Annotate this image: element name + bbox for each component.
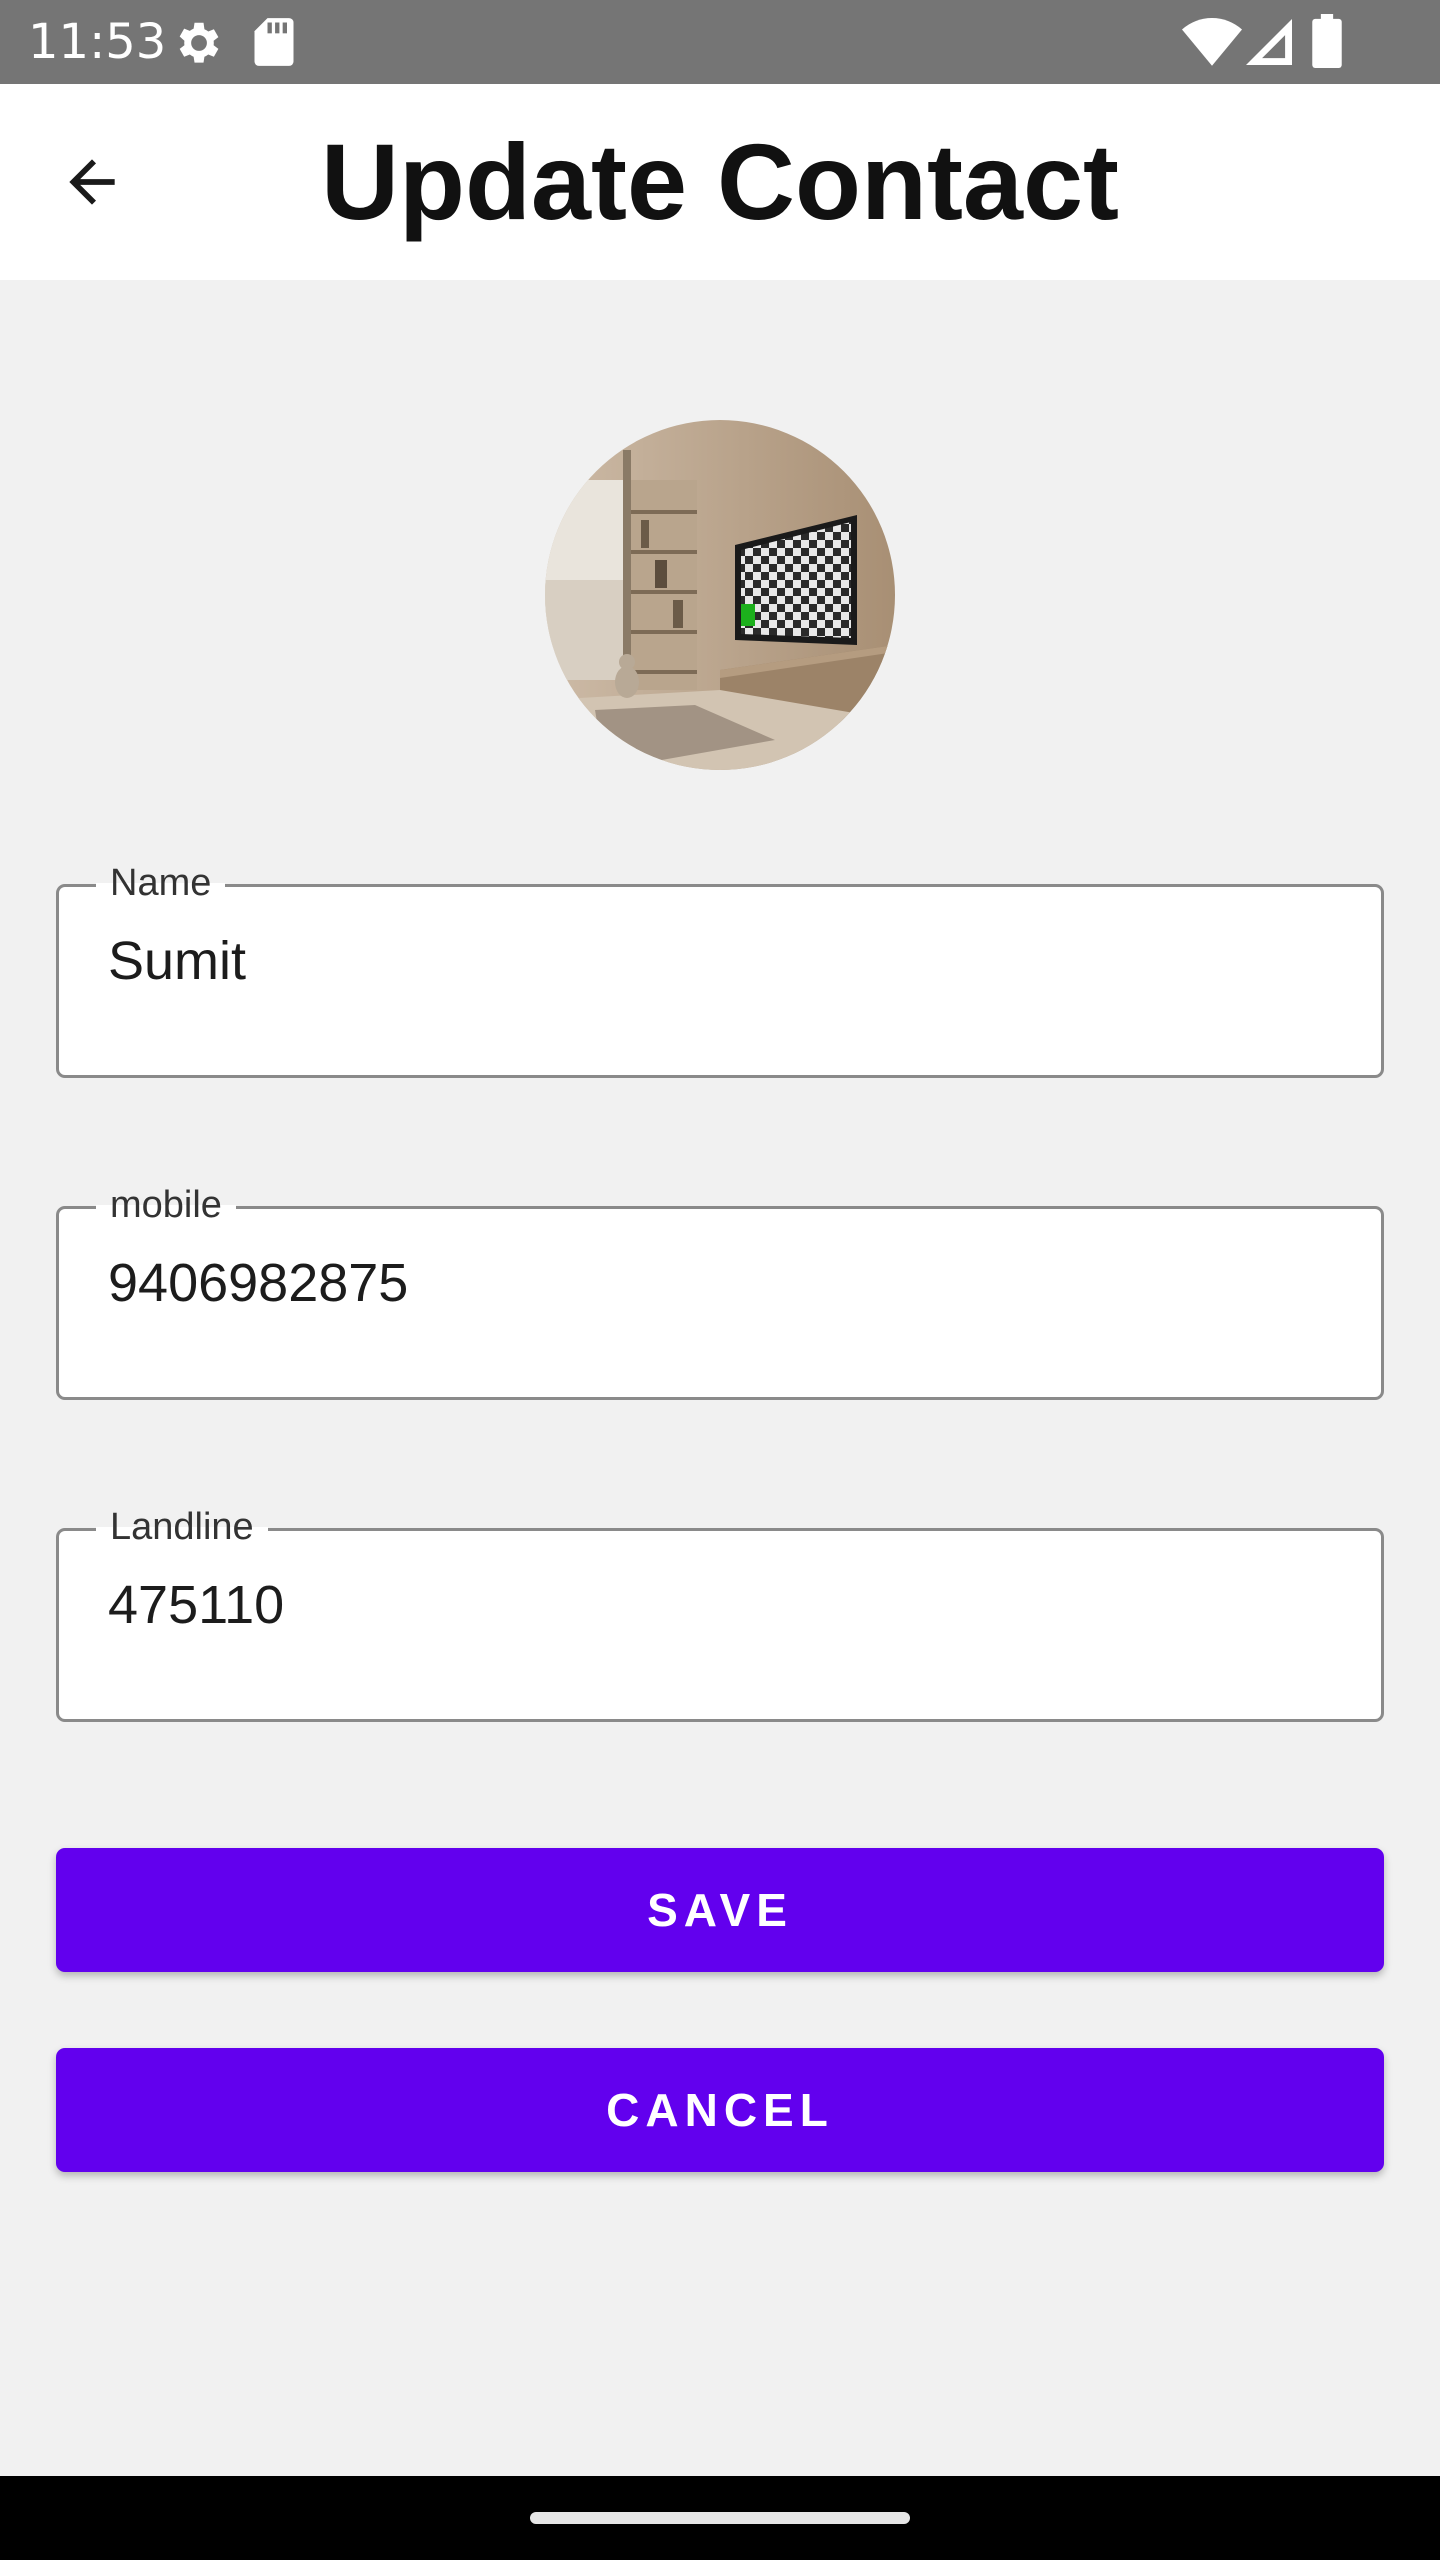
navigation-bar bbox=[0, 2476, 1440, 2560]
name-input[interactable] bbox=[108, 926, 1308, 996]
landline-field-label: Landline bbox=[96, 1504, 268, 1550]
save-button[interactable]: SAVE bbox=[56, 1848, 1384, 1972]
cell-signal-icon bbox=[1246, 18, 1292, 70]
mobile-field-label: mobile bbox=[96, 1182, 236, 1228]
landline-input[interactable] bbox=[108, 1570, 1308, 1640]
update-contact-screen: 11:53 Update Contact Name Sumit mobile 9… bbox=[0, 0, 1440, 2560]
wifi-icon bbox=[1182, 18, 1242, 70]
back-button[interactable] bbox=[40, 132, 144, 236]
name-field: Name bbox=[56, 860, 1384, 1078]
settings-icon bbox=[170, 16, 224, 74]
sd-card-icon bbox=[252, 16, 296, 72]
cancel-button[interactable]: CANCEL bbox=[56, 2048, 1384, 2172]
arrow-back-icon bbox=[58, 148, 126, 220]
contact-photo-image bbox=[545, 420, 895, 770]
page-title: Update Contact bbox=[320, 121, 1120, 242]
mobile-field: mobile bbox=[56, 1182, 1384, 1400]
battery-icon bbox=[1312, 14, 1342, 72]
landline-field: Landline bbox=[56, 1504, 1384, 1722]
mobile-input[interactable] bbox=[108, 1248, 1308, 1318]
status-time: 11:53 bbox=[28, 14, 167, 70]
name-field-label: Name bbox=[96, 860, 226, 906]
home-indicator[interactable] bbox=[530, 2512, 910, 2524]
app-bar: Update Contact bbox=[0, 84, 1440, 280]
contact-photo[interactable] bbox=[545, 420, 895, 770]
status-bar: 11:53 bbox=[0, 0, 1440, 84]
